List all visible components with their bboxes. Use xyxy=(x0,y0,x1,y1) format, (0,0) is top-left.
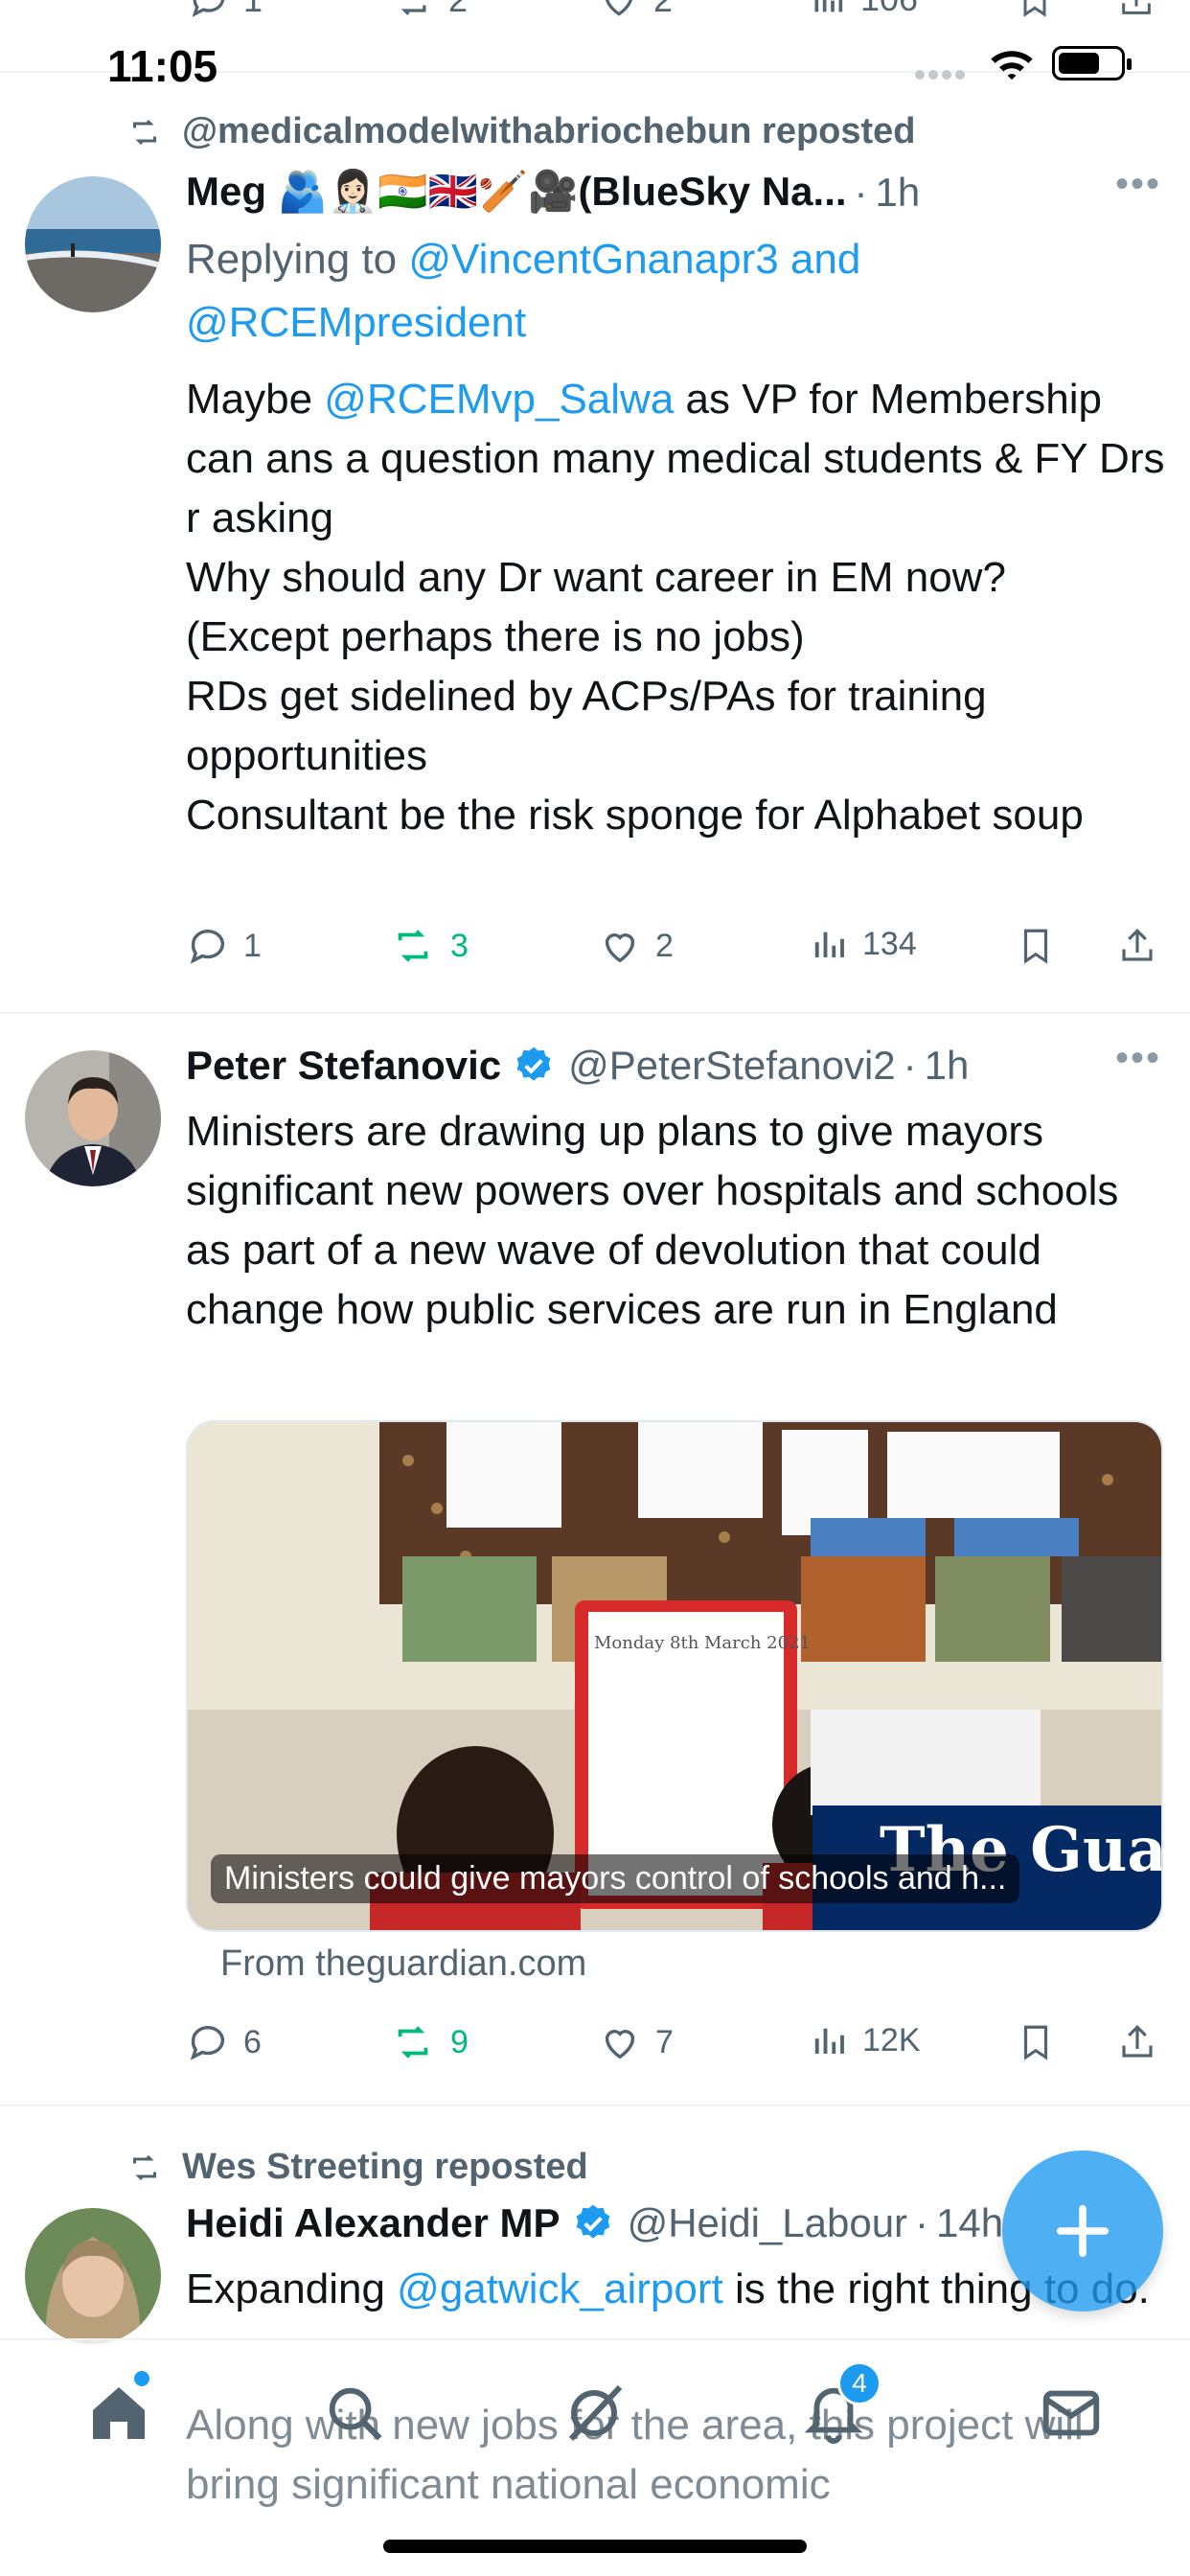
repost-indicator: Wes Streeting reposted xyxy=(125,2147,588,2188)
post-text-continuation: Along with new jobs for the area, this p… xyxy=(186,2402,1084,2508)
repost-icon xyxy=(400,5,426,15)
avatar[interactable] xyxy=(25,1050,161,1186)
avatar[interactable] xyxy=(25,2208,161,2344)
share-icon xyxy=(1122,929,1153,961)
verified-badge-icon xyxy=(516,1046,551,1081)
beach-photo xyxy=(25,176,161,312)
post-header: Peter Stefanovic @PeterStefanovi2 · 1h xyxy=(186,1043,970,1089)
card-source[interactable]: From theguardian.com xyxy=(220,1944,586,1985)
person-photo xyxy=(25,2208,161,2344)
mention-link[interactable]: @RCEMpresident xyxy=(186,299,526,346)
like-button[interactable]: 7 xyxy=(598,2020,674,2064)
new-posts-dot xyxy=(134,2371,149,2386)
more-options-button[interactable]: ••• xyxy=(1115,163,1161,206)
views-icon xyxy=(814,0,843,12)
views-icon xyxy=(814,932,844,957)
avatar[interactable] xyxy=(25,176,161,312)
person-photo xyxy=(25,1050,161,1186)
more-options-button[interactable]: ••• xyxy=(1115,1037,1161,1080)
link-card[interactable]: Monday 8th March 2021 The Guardian Minis… xyxy=(186,1420,1163,1932)
repost-button[interactable]: 3 xyxy=(389,924,469,968)
share-icon xyxy=(1122,0,1151,14)
post-text: Ministers are drawing up plans to give m… xyxy=(186,1108,1119,1333)
display-name[interactable]: Peter Stefanovic xyxy=(186,1043,501,1089)
handle[interactable]: @Heidi_Labour xyxy=(628,2200,907,2246)
display-name[interactable]: Meg 🫂👩🏻‍⚕️🇮🇳🇬🇧🏏🎥(BlueSky Na... xyxy=(186,169,847,216)
post-actions: 6 9 7 12K xyxy=(186,2020,1167,2078)
share-button[interactable] xyxy=(1117,2020,1157,2064)
post-text: Maybe @RCEMvp_Salwa as VP for Membership… xyxy=(186,376,1165,839)
timestamp[interactable]: 1h xyxy=(876,170,921,216)
reply-icon xyxy=(190,930,225,964)
display-name[interactable]: Heidi Alexander MP xyxy=(186,2200,561,2246)
post-meg[interactable]: @medicalmodelwithabriochebun reposted Me… xyxy=(0,96,1190,1014)
bookmark-icon xyxy=(1023,0,1046,17)
timestamp[interactable]: 1h xyxy=(925,1043,970,1089)
like-action[interactable]: 2 xyxy=(598,0,673,21)
bookmark-button[interactable] xyxy=(1016,2020,1056,2064)
reply-button[interactable]: 6 xyxy=(186,2020,262,2064)
reply-icon xyxy=(190,2026,225,2060)
compose-button[interactable] xyxy=(1002,2150,1163,2312)
repost-icon xyxy=(133,119,156,145)
plus-icon xyxy=(1056,2204,1110,2258)
repost-indicator: @medicalmodelwithabriochebun reposted xyxy=(125,111,916,152)
bookmark-button[interactable] xyxy=(1016,924,1056,968)
status-bar: 11:05 xyxy=(0,36,1190,94)
share-button[interactable] xyxy=(1117,924,1157,968)
replying-to: Replying to @VincentGnanapr3 and @RCEMpr… xyxy=(186,236,861,346)
share-icon xyxy=(1122,2025,1153,2058)
reply-icon xyxy=(192,0,225,17)
heart-icon xyxy=(606,0,632,16)
mention-link[interactable]: @gatwick_airport xyxy=(397,2266,723,2312)
bookmark-icon xyxy=(1023,929,1048,964)
signal-dots-icon xyxy=(915,67,971,80)
verified-badge-icon xyxy=(576,2204,609,2239)
reply-action[interactable]: 1 xyxy=(188,0,263,21)
handle[interactable]: @PeterStefanovi2 xyxy=(568,1043,896,1089)
views-icon xyxy=(814,2028,844,2054)
views-button[interactable]: 12K xyxy=(809,2020,921,2060)
mention-link[interactable]: @RCEMvp_Salwa xyxy=(324,376,674,423)
bookmark-action[interactable] xyxy=(1016,0,1054,21)
home-icon xyxy=(93,2387,145,2439)
post-peter-stefanovic[interactable]: Peter Stefanovic @PeterStefanovi2 · 1h •… xyxy=(0,1014,1190,2106)
heart-icon xyxy=(605,2030,635,2059)
like-button[interactable]: 2 xyxy=(598,924,674,968)
mention-link[interactable]: @VincentGnanapr3 xyxy=(408,236,778,283)
home-indicator xyxy=(383,2540,807,2553)
views-button[interactable]: 134 xyxy=(809,924,917,964)
views-action[interactable]: 106 xyxy=(809,0,918,19)
bookmark-icon xyxy=(1023,2025,1048,2060)
clock: 11:05 xyxy=(107,41,218,91)
post-header: Meg 🫂👩🏻‍⚕️🇮🇳🇬🇧🏏🎥(BlueSky Na... · 1h xyxy=(186,169,921,216)
timestamp[interactable]: 14h xyxy=(936,2200,1003,2246)
share-action[interactable] xyxy=(1117,0,1156,21)
heart-icon xyxy=(605,933,635,963)
repost-action[interactable]: 2 xyxy=(389,0,468,21)
tab-home[interactable] xyxy=(80,2371,157,2451)
reply-button[interactable]: 1 xyxy=(186,924,262,968)
repost-icon xyxy=(398,2026,428,2058)
wifi-icon xyxy=(991,51,1033,80)
repost-button[interactable]: 9 xyxy=(389,2020,469,2064)
battery-icon xyxy=(1052,46,1132,80)
card-caption: Ministers could give mayors control of s… xyxy=(211,1854,1020,1903)
post-actions: 1 3 2 134 xyxy=(186,924,1167,981)
whiteboard-text: Monday 8th March 2021 xyxy=(594,1633,811,1653)
repost-icon xyxy=(133,2154,156,2180)
repost-icon xyxy=(398,930,428,962)
